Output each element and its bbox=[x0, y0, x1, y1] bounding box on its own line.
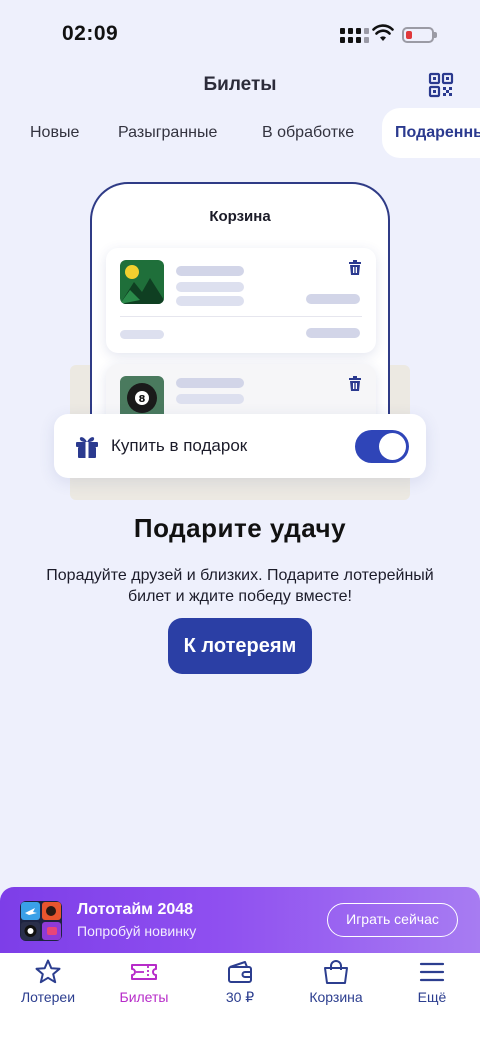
nav-tickets[interactable]: Билеты bbox=[96, 953, 192, 1013]
nav-wallet[interactable]: 30 ₽ bbox=[192, 953, 288, 1013]
svg-text:8: 8 bbox=[139, 394, 146, 405]
nav-cart[interactable]: Корзина bbox=[288, 953, 384, 1013]
gift-icon bbox=[76, 437, 98, 458]
toggle-knob bbox=[379, 433, 406, 460]
bottom-navigation: Лотереи Билеты 30 ₽ Корзина Ещё bbox=[0, 953, 480, 1043]
empty-state-headline: Подарите удачу bbox=[133, 513, 347, 543]
lototime-game-icon bbox=[20, 901, 62, 941]
cellular-signal-icon bbox=[340, 28, 369, 43]
ticket-tabs: Новые Разыгранные В обработке Подаренные bbox=[0, 108, 480, 158]
tab-new[interactable]: Новые bbox=[30, 108, 79, 158]
tab-drawn[interactable]: Разыгранные bbox=[118, 108, 217, 158]
gift-option-label: Купить в подарок bbox=[111, 436, 248, 455]
gift-option-row: Купить в подарок bbox=[54, 414, 426, 478]
gift-illustration: Корзина 8 Купить в подарок bbox=[0, 170, 480, 510]
wallet-icon bbox=[228, 961, 252, 983]
ticket-icon bbox=[131, 964, 157, 980]
page-title: Билеты bbox=[203, 74, 277, 95]
empty-state-description: Порадуйте друзей и близких. Подарите лот… bbox=[46, 567, 434, 605]
battery-level bbox=[406, 31, 412, 39]
battery-icon bbox=[402, 27, 437, 43]
to-lotteries-button[interactable]: К лотереям bbox=[168, 618, 312, 674]
status-bar: 02:09 bbox=[0, 0, 480, 70]
status-time: 02:09 bbox=[62, 22, 119, 45]
nav-cart-label: Корзина bbox=[309, 989, 363, 1005]
nav-wallet-label: 30 ₽ bbox=[225, 989, 255, 1005]
play-now-button[interactable]: Играть сейчас bbox=[327, 903, 458, 937]
banner-title: Лототайм 2048 bbox=[77, 901, 194, 918]
menu-icon bbox=[419, 962, 445, 982]
nav-tickets-label: Билеты bbox=[119, 989, 169, 1005]
nav-more-label: Ещё bbox=[417, 989, 447, 1005]
trash-icon bbox=[349, 260, 361, 275]
mountain-lottery-icon bbox=[120, 260, 164, 304]
qr-code-icon[interactable] bbox=[428, 72, 454, 98]
banner-subtitle: Попробуй новинку bbox=[77, 923, 197, 939]
tab-processing[interactable]: В обработке bbox=[262, 108, 354, 158]
nav-more[interactable]: Ещё bbox=[384, 953, 480, 1013]
gift-toggle[interactable] bbox=[355, 430, 409, 463]
star-icon bbox=[35, 959, 61, 984]
wifi-icon bbox=[372, 24, 394, 41]
tab-gifted[interactable]: Подаренные bbox=[382, 108, 480, 158]
phone-mockup: Корзина 8 bbox=[90, 182, 390, 434]
shopping-bag-icon bbox=[324, 960, 348, 984]
mock-cart-title: Корзина bbox=[209, 208, 271, 225]
promo-banner[interactable]: Лототайм 2048 Попробуй новинку Играть се… bbox=[0, 887, 480, 953]
nav-lotteries-label: Лотереи bbox=[20, 989, 76, 1005]
nav-lotteries[interactable]: Лотереи bbox=[0, 953, 96, 1013]
mock-cart-item bbox=[106, 248, 376, 353]
trash-icon bbox=[349, 376, 361, 391]
